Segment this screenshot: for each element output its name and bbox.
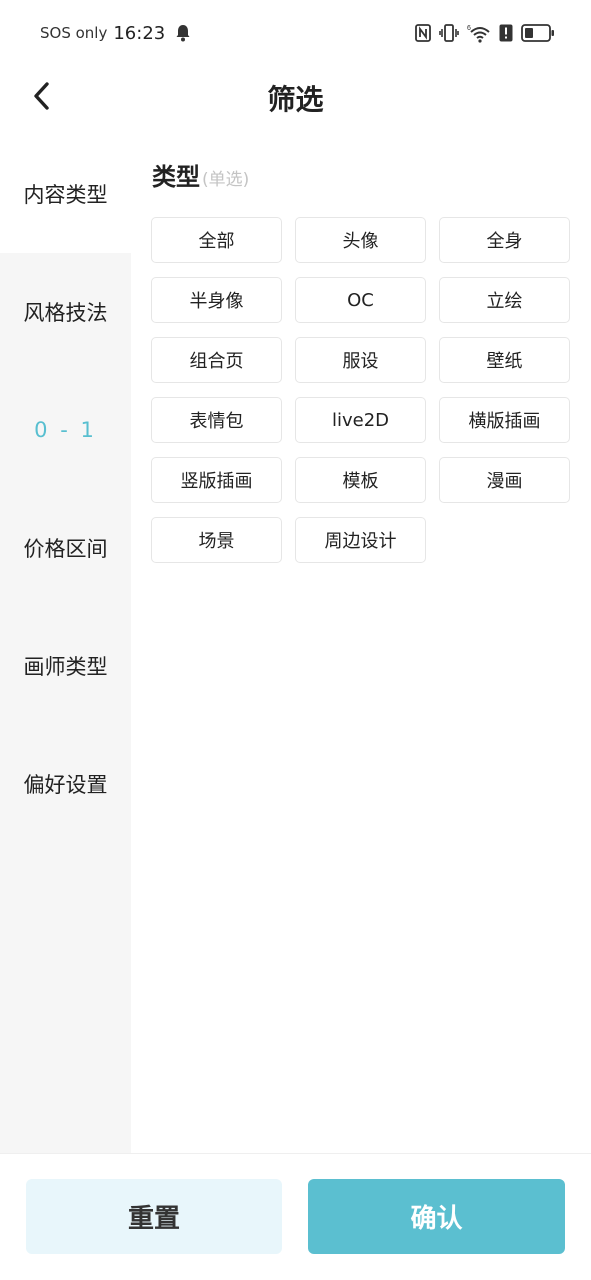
option-chip[interactable]: 全部 xyxy=(151,217,282,263)
confirm-button[interactable]: 确认 xyxy=(308,1179,565,1254)
vibrate-icon xyxy=(439,24,459,42)
sidebar-item-range[interactable]: 0 - 1 xyxy=(0,371,131,489)
status-right: 6 xyxy=(415,23,555,43)
sidebar-item-preferences[interactable]: 偏好设置 xyxy=(0,725,131,843)
bell-icon xyxy=(176,25,190,42)
page-title: 筛选 xyxy=(267,83,324,116)
option-chip[interactable]: 壁纸 xyxy=(439,337,570,383)
section-title: 类型 (单选) xyxy=(152,157,249,192)
option-chip[interactable]: 周边设计 xyxy=(295,517,426,563)
sidebar-item-content-type[interactable]: 内容类型 xyxy=(0,135,131,253)
sidebar-item-price-range[interactable]: 价格区间 xyxy=(0,489,131,607)
option-chip[interactable]: 组合页 xyxy=(151,337,282,383)
option-chip[interactable]: live2D xyxy=(295,397,426,443)
carrier-text: SOS only xyxy=(40,24,108,42)
option-chip[interactable]: 横版插画 xyxy=(439,397,570,443)
section-title-text: 类型 xyxy=(152,163,200,191)
option-chip[interactable]: 全身 xyxy=(439,217,570,263)
clock: 16:23 xyxy=(113,22,166,44)
option-chip[interactable]: 竖版插画 xyxy=(151,457,282,503)
option-chip[interactable]: 头像 xyxy=(295,217,426,263)
option-chip[interactable]: 表情包 xyxy=(151,397,282,443)
status-left: SOS only 16:23 xyxy=(40,23,191,44)
filter-content: 类型 (单选) 全部 头像 全身 半身像 OC 立绘 组合页 服设 壁纸 表情包… xyxy=(131,135,591,1153)
alert-icon xyxy=(499,24,513,42)
option-chip[interactable]: 立绘 xyxy=(439,277,570,323)
filter-sidebar: 内容类型 风格技法 0 - 1 价格区间 画师类型 偏好设置 xyxy=(0,135,131,1153)
sidebar-item-artist-type[interactable]: 画师类型 xyxy=(0,607,131,725)
option-chip[interactable]: OC xyxy=(295,277,426,323)
header: 筛选 xyxy=(0,66,591,128)
footer-actions: 重置 确认 xyxy=(0,1153,591,1280)
section-subtitle: (单选) xyxy=(202,170,250,190)
wifi-badge: 6 xyxy=(467,25,471,32)
option-chip[interactable]: 场景 xyxy=(151,517,282,563)
option-grid: 全部 头像 全身 半身像 OC 立绘 组合页 服设 壁纸 表情包 live2D … xyxy=(151,217,570,563)
option-chip[interactable]: 服设 xyxy=(295,337,426,383)
option-chip[interactable]: 半身像 xyxy=(151,277,282,323)
battery-icon xyxy=(521,24,554,42)
nfc-icon xyxy=(415,24,431,42)
status-bar: SOS only 16:23 6 xyxy=(0,0,591,66)
sidebar-item-style[interactable]: 风格技法 xyxy=(0,253,131,371)
wifi-icon: 6 xyxy=(467,25,490,43)
reset-button[interactable]: 重置 xyxy=(26,1179,282,1254)
option-chip[interactable]: 模板 xyxy=(295,457,426,503)
option-chip[interactable]: 漫画 xyxy=(439,457,570,503)
